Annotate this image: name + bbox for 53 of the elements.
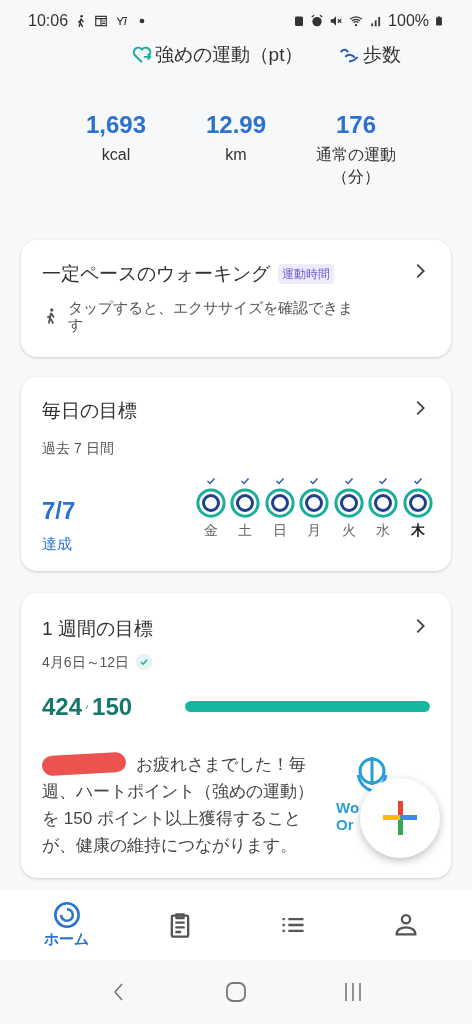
goal-ring-icon [230,487,261,518]
goal-ring-icon [264,487,295,518]
dot-icon [138,17,147,25]
logo-text: Or [336,815,354,833]
nav-tab[interactable]: ホーム [26,901,107,949]
weekday-label: 金 [203,520,218,540]
goal-ring-icon [333,487,364,518]
clock-time: 10:06 [28,11,69,31]
stat-value: 176 [335,110,376,140]
news-icon [94,14,109,28]
card-background[interactable]: 一定ペースのウォーキング 運動時間 タップすると、エクササイズを確認できます [21,240,451,357]
status-text: 達成 [42,533,73,554]
stat-label: kcal [100,145,132,165]
message-text: お疲れさまでした！毎 [136,753,306,776]
stat-value: 12.99 [205,110,267,140]
message-text: 週、ハートポイント（強めの運動）を 150 ポイント以上獲得することが、健康の維持につながります。 [42,780,315,857]
card-background[interactable]: 1 週間の目標 4月6日～12日 424 150 お疲れさまでした！毎 週、ハートポイント（強めの運動）を 150 ポイント以上獲得することが、健康の維持につながります。 Wo Or [21,593,451,878]
mute-icon [329,14,344,28]
metric-label: 強めの運動（pt） [154,42,304,67]
target-ring-icon [52,901,81,929]
card-title: 1 週間の目標 [42,617,153,641]
weekday-label: 水 [376,520,391,540]
goal-ring-icon [195,487,226,518]
goal-ring-icon [299,487,330,518]
progress-target: 150 [92,691,133,722]
battery-icon [434,13,444,29]
metric-label: 歩数 [363,42,402,67]
logo-text: Wo [336,798,360,816]
progress-current: 424 [42,691,83,722]
tag: 運動時間 [278,264,334,285]
weekday-label: 日 [272,520,287,540]
hint-text: タップすると、エクササイズを確認できます [68,298,354,333]
home-icon [224,980,248,1004]
card-title: 一定ペースのウォーキング [42,262,270,286]
date-range: 4月6日～12日 [42,652,130,672]
stat-label: km [224,145,248,165]
goal-ring-icon [402,487,433,518]
weekday-label: 月 [307,520,322,540]
card-background[interactable]: 毎日の目標 過去 7 日間 7/7 達成 金 土 日 月 火 水 木 [21,377,451,571]
stat-value: 1,693 [85,110,147,140]
wifi-icon [348,14,365,28]
alarm-icon [310,14,325,28]
weekday-label: 火 [341,520,356,540]
card-title: 毎日の目標 [42,399,137,423]
battery-percent: 100% [388,11,429,31]
goal-ring-icon [368,487,399,518]
weekday-label: 土 [238,520,253,540]
plus-icon [383,801,417,835]
stat-label: 通常の運動（分） [315,145,397,187]
period-text: 過去 7 日間 [42,438,115,458]
weekday-label: 木 [410,520,425,540]
goal-score: 7/7 [42,496,76,525]
heart-icon [130,44,153,66]
